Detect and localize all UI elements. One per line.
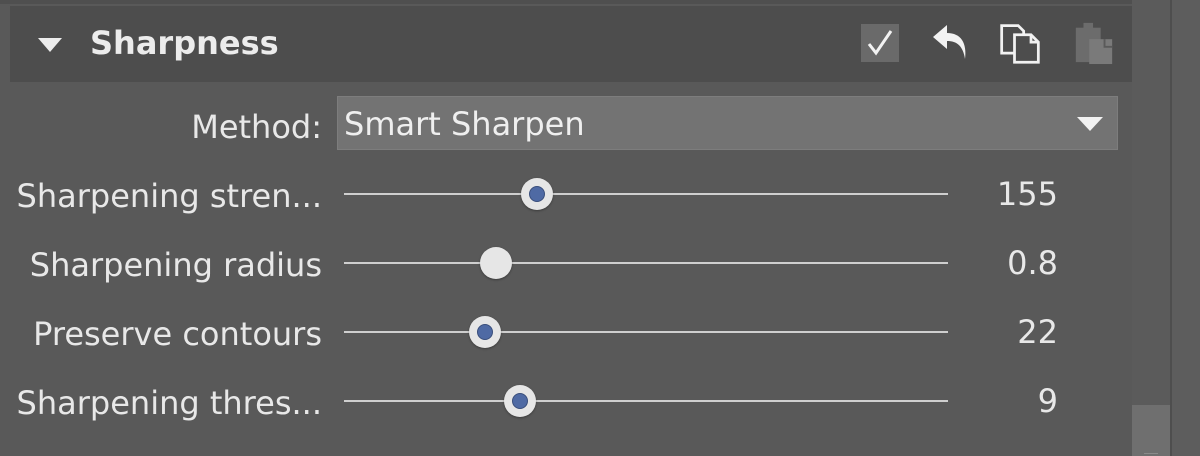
method-selected-value: Smart Sharpen [344,105,585,143]
method-label: Method: [191,108,322,146]
checkmark-icon [867,30,893,56]
thumb-dot [511,393,528,409]
slider-label: Preserve contours [33,315,322,353]
slider-label: Sharpening thres... [16,384,322,422]
slider-value[interactable]: 22 [1017,313,1058,351]
right-panel-edge [1170,0,1200,456]
scrollbar-grip [1144,453,1158,454]
slider-value[interactable]: 0.8 [1007,244,1058,282]
slider-label: Sharpening stren... [16,177,322,215]
reset-button[interactable] [928,19,972,67]
slider-label: Sharpening radius [29,246,322,284]
thumb-dot [476,324,493,340]
panel-title: Sharpness [90,24,279,62]
slider-thumb[interactable] [503,385,536,417]
scrollbar-track[interactable] [1132,0,1170,456]
triangle-down-icon[interactable] [36,36,64,54]
panel-header[interactable]: Sharpness [10,6,1132,82]
paste-icon [1075,22,1113,65]
slider-track[interactable] [344,400,948,402]
slider-track[interactable] [344,193,948,195]
copy-settings-button[interactable] [998,19,1042,67]
slider-value[interactable]: 9 [1038,382,1058,420]
thumb-dot [528,186,545,202]
copy-icon [1000,24,1040,64]
slider-thumb[interactable] [480,247,513,279]
panel-top-separator [0,0,1132,4]
slider-thumb[interactable] [468,316,501,348]
slider-thumb[interactable] [520,178,553,210]
slider-value[interactable]: 155 [997,175,1058,213]
paste-settings-button[interactable] [1072,19,1116,67]
undo-arrow-icon [933,25,966,59]
method-dropdown[interactable]: Smart Sharpen [337,96,1118,150]
slider-track[interactable] [344,262,948,264]
enable-checkbox[interactable] [858,19,902,67]
scrollbar-thumb[interactable] [1132,405,1170,456]
slider-track[interactable] [344,331,948,333]
caret-down-icon [1077,117,1103,131]
